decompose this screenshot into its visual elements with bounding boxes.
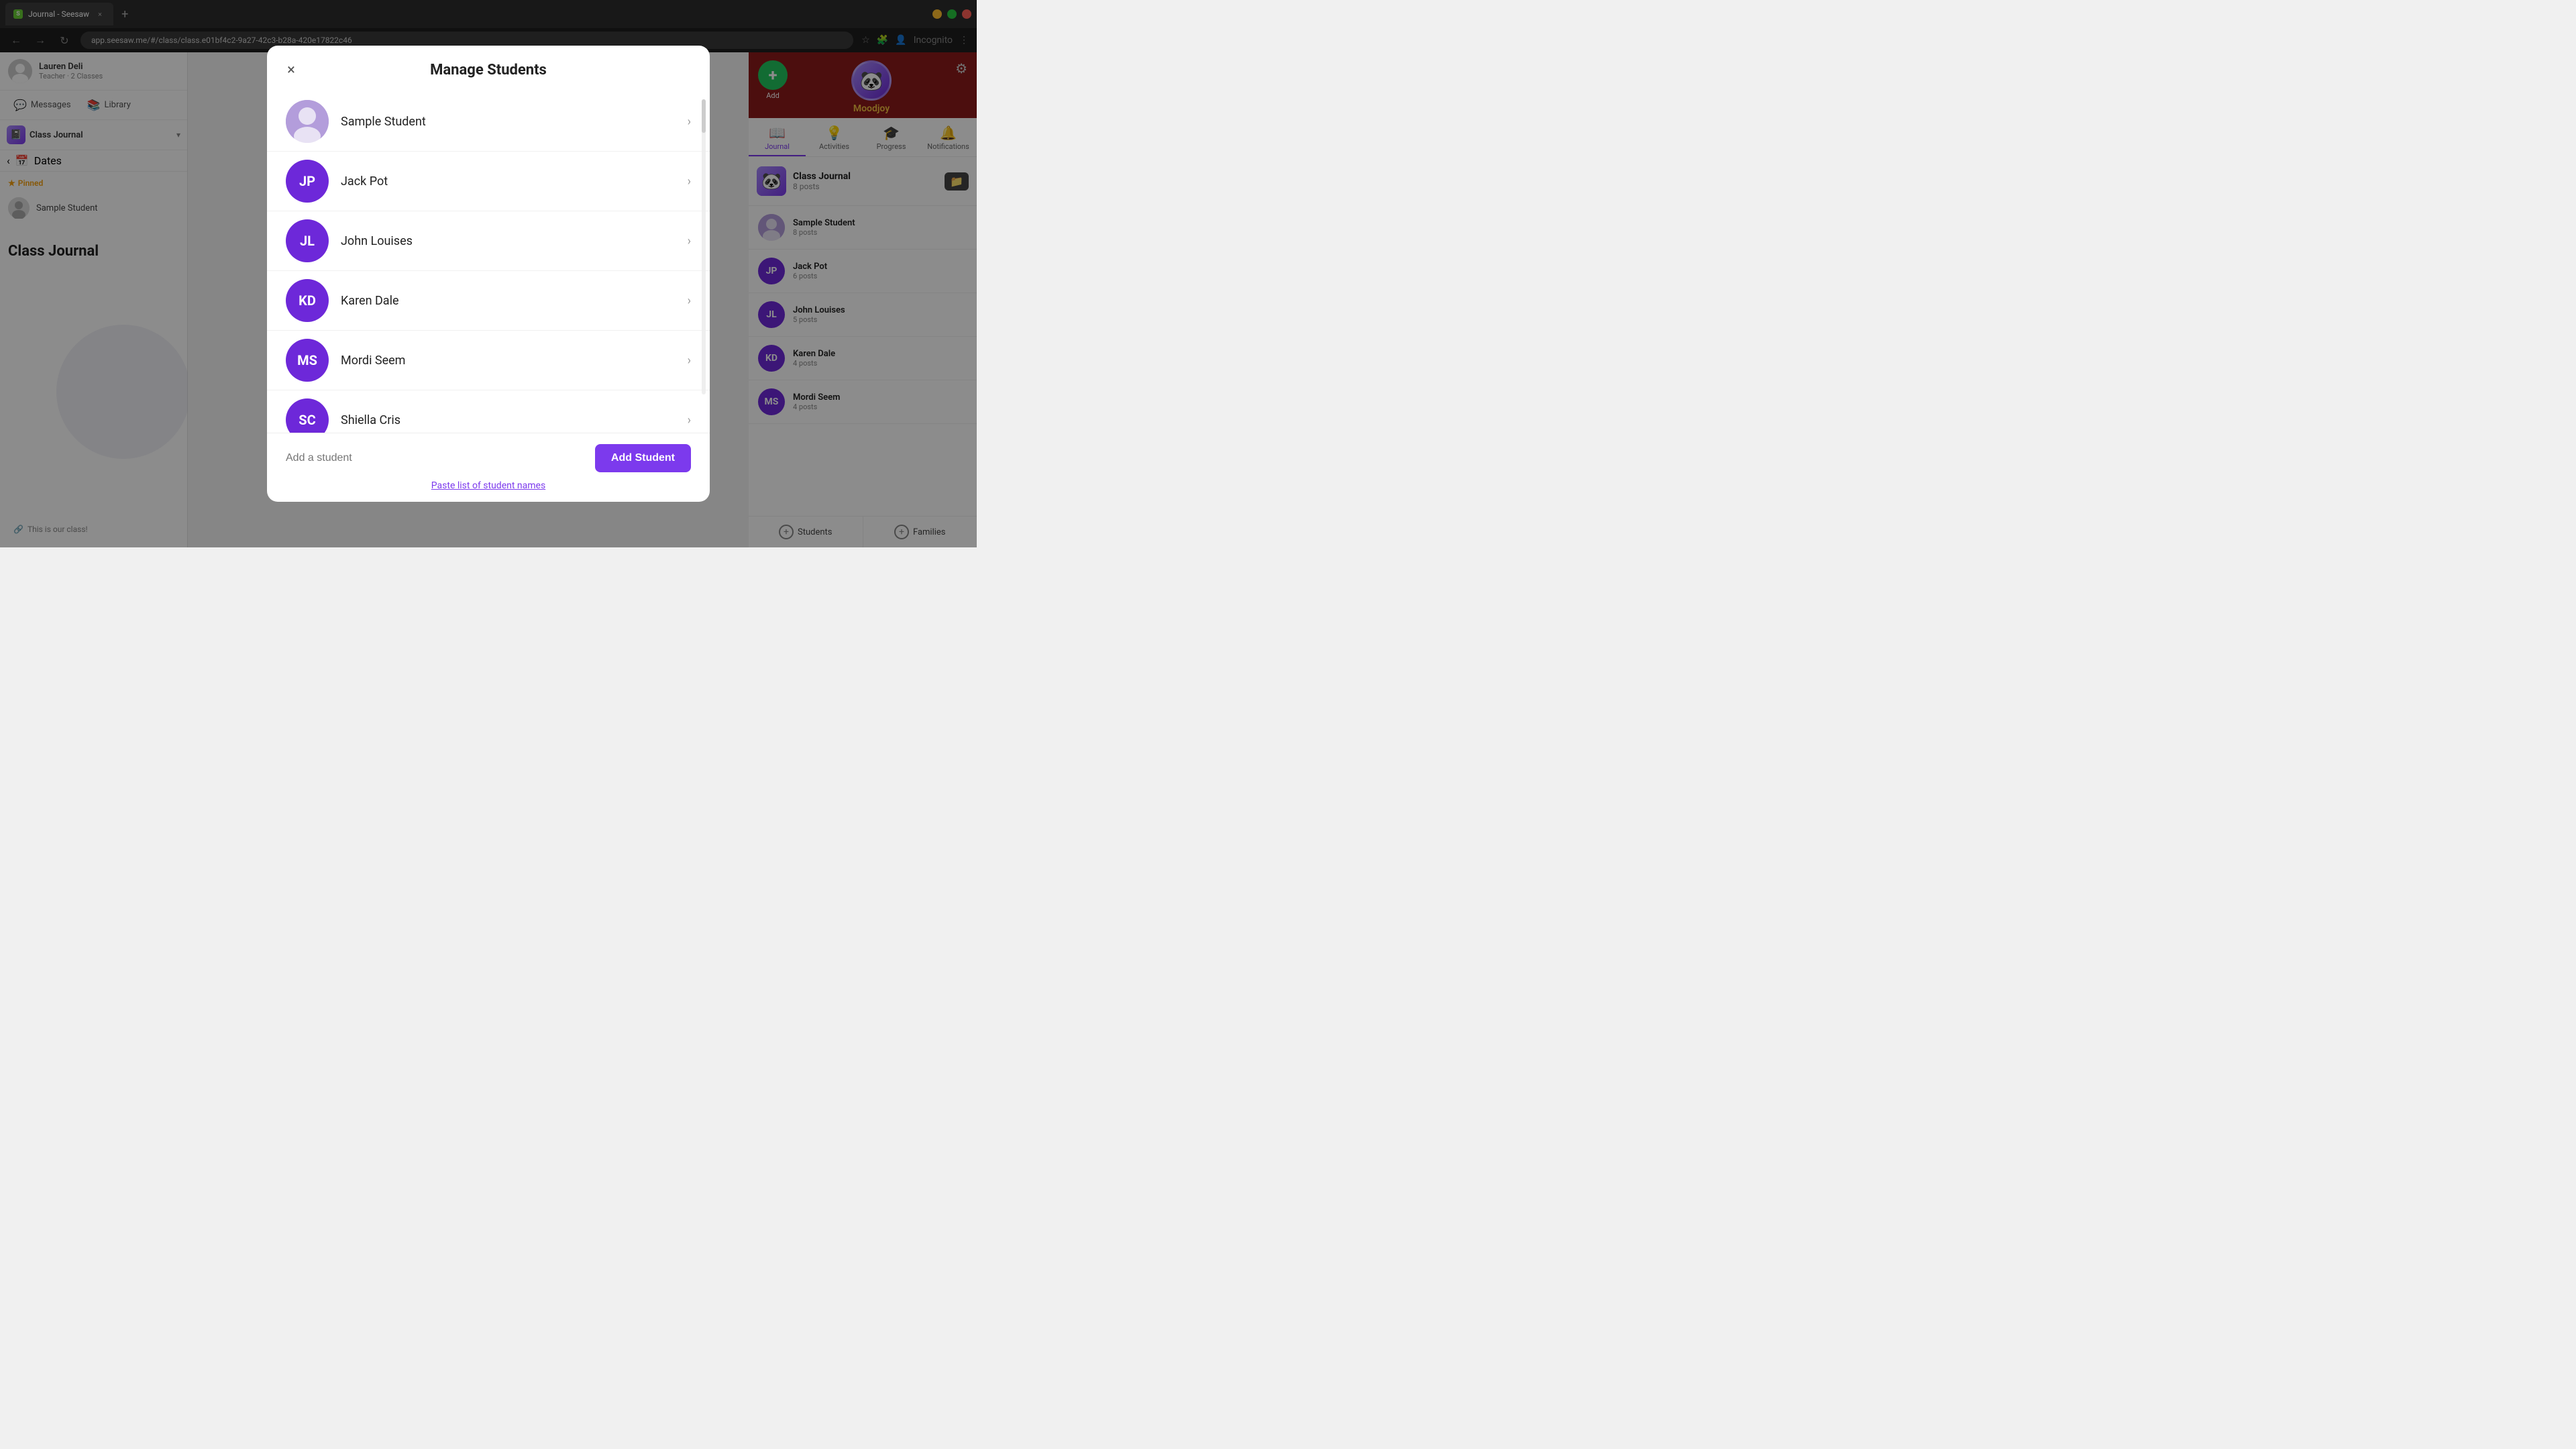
modal-student-name-2: John Louises (341, 234, 676, 248)
modal-student-row-4[interactable]: MS Mordi Seem › (267, 331, 710, 390)
modal-title: Manage Students (286, 62, 691, 78)
modal-close-button[interactable]: × (280, 59, 302, 80)
modal-student-row-5[interactable]: SC Shiella Cris › (267, 390, 710, 433)
chevron-right-icon-2: › (688, 234, 691, 248)
chevron-right-icon-5: › (688, 413, 691, 427)
add-student-row: Add Student (286, 444, 691, 472)
app-container: Lauren Deli Teacher · 2 Classes 💬 Messag… (0, 52, 977, 547)
modal-student-avatar-3: KD (286, 279, 329, 322)
modal-student-name-1: Jack Pot (341, 174, 676, 189)
modal-student-avatar-1: JP (286, 160, 329, 203)
chevron-right-icon-3: › (688, 294, 691, 308)
modal-student-avatar-2: JL (286, 219, 329, 262)
chevron-right-icon-4: › (688, 354, 691, 368)
modal-body: Sample Student › JP Jack Pot › JL John L… (267, 87, 710, 433)
scrollbar-thumb[interactable] (702, 99, 706, 133)
chevron-right-icon-1: › (688, 174, 691, 189)
scrollbar-track (702, 99, 706, 394)
modal-student-avatar-0 (286, 100, 329, 143)
manage-students-modal: × Manage Students Sample Student › JP Ja… (267, 46, 710, 502)
modal-student-row-0[interactable]: Sample Student › (267, 92, 710, 152)
modal-header: × Manage Students (267, 46, 710, 87)
modal-student-row-2[interactable]: JL John Louises › (267, 211, 710, 271)
modal-student-avatar-4: MS (286, 339, 329, 382)
modal-student-name-3: Karen Dale (341, 294, 676, 308)
modal-student-name-4: Mordi Seem (341, 354, 676, 368)
modal-student-name-0: Sample Student (341, 115, 676, 129)
modal-footer: Add Student Paste list of student names (267, 433, 710, 502)
chevron-right-icon-0: › (688, 115, 691, 129)
modal-student-avatar-5: SC (286, 398, 329, 433)
modal-student-name-5: Shiella Cris (341, 413, 676, 427)
paste-list-link[interactable]: Paste list of student names (286, 480, 691, 491)
add-student-input[interactable] (286, 452, 587, 464)
modal-student-row-1[interactable]: JP Jack Pot › (267, 152, 710, 211)
modal-student-row-3[interactable]: KD Karen Dale › (267, 271, 710, 331)
add-student-button[interactable]: Add Student (595, 444, 691, 472)
modal-overlay[interactable]: × Manage Students Sample Student › JP Ja… (0, 0, 977, 547)
